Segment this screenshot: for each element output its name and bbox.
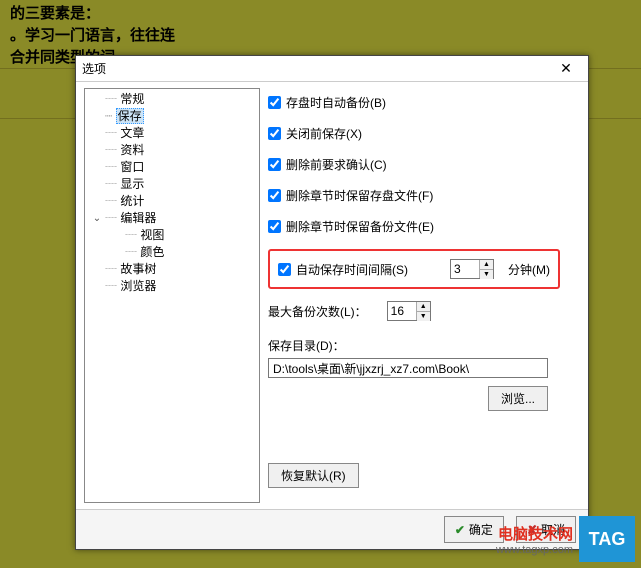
label-keep-backup-file: 删除章节时保留备份文件(E) [286, 218, 434, 235]
row-auto-backup: 存盘时自动备份(B) [268, 94, 580, 111]
check-icon: ✔ [455, 523, 465, 537]
tree-item-storytree[interactable]: ┈ 故事树 [89, 261, 257, 278]
tree-item-browser[interactable]: ┈ 浏览器 [89, 278, 257, 295]
autosave-highlight: 自动保存时间间隔(S) ▲ ▼ 分钟(M) [268, 249, 560, 289]
label-minutes: 分钟(M) [508, 261, 550, 278]
autosave-interval-input[interactable] [451, 260, 479, 278]
ok-label: 确定 [469, 521, 493, 538]
tree-item-general[interactable]: ┈ 常规 [89, 91, 257, 108]
save-dir-input[interactable] [268, 358, 548, 378]
watermark-url: www.tagxp.com [496, 544, 573, 556]
tree-item-material[interactable]: ┈ 资料 [89, 142, 257, 159]
tree-item-editor[interactable]: ⌄┈ 编辑器 [89, 210, 257, 227]
watermark-brand: 电脑技术网 [496, 523, 573, 544]
chevron-down-icon[interactable]: ⌄ [91, 210, 103, 227]
row-confirm-delete: 删除前要求确认(C) [268, 156, 580, 173]
save-panel: 存盘时自动备份(B) 关闭前保存(X) 删除前要求确认(C) 删除章节时保留存盘… [268, 88, 580, 503]
dialog-content: ┈ 常规 ┈ 保存 ┈ 文章 ┈ 资料 ┈ 窗口 ┈ 显示 ┈ 统计 ⌄┈ 编辑… [76, 82, 588, 509]
label-autosave-interval: 自动保存时间间隔(S) [296, 261, 408, 278]
browse-button[interactable]: 浏览... [488, 386, 548, 411]
watermark: 电脑技术网 www.tagxp.com TAG [496, 516, 635, 562]
titlebar: 选项 ✕ [76, 56, 588, 82]
row-save-on-close: 关闭前保存(X) [268, 125, 580, 142]
tree-item-color[interactable]: ┈ 颜色 [89, 244, 257, 261]
label-keep-save-file: 删除章节时保留存盘文件(F) [286, 187, 433, 204]
checkbox-keep-save-file[interactable] [268, 189, 281, 202]
max-backups-spinner[interactable]: ▲ ▼ [387, 301, 431, 321]
checkbox-autosave-interval[interactable] [278, 263, 291, 276]
row-keep-backup-file: 删除章节时保留备份文件(E) [268, 218, 580, 235]
bg-text-1: 的三要素是： [10, 2, 100, 23]
label-confirm-delete: 删除前要求确认(C) [286, 156, 387, 173]
label-max-backups: 最大备份次数(L)： [268, 303, 367, 320]
label-auto-backup: 存盘时自动备份(B) [286, 94, 386, 111]
row-max-backups: 最大备份次数(L)： ▲ ▼ [268, 301, 580, 321]
tree-item-save[interactable]: ┈ 保存 [89, 108, 257, 125]
max-backups-input[interactable] [388, 302, 416, 320]
checkbox-keep-backup-file[interactable] [268, 220, 281, 233]
tree-item-article[interactable]: ┈ 文章 [89, 125, 257, 142]
tree-item-view[interactable]: ┈ 视图 [89, 227, 257, 244]
spinner-down-icon[interactable]: ▼ [480, 270, 493, 279]
tree-item-window[interactable]: ┈ 窗口 [89, 159, 257, 176]
spinner-down-icon[interactable]: ▼ [417, 312, 430, 321]
label-save-on-close: 关闭前保存(X) [286, 125, 362, 142]
row-save-dir-label: 保存目录(D)： [268, 337, 580, 354]
restore-defaults-button[interactable]: 恢复默认(R) [268, 463, 359, 488]
options-dialog: 选项 ✕ ┈ 常规 ┈ 保存 ┈ 文章 ┈ 资料 ┈ 窗口 ┈ 显示 ┈ 统计 … [75, 55, 589, 550]
label-save-dir: 保存目录(D)： [268, 339, 345, 353]
dialog-title: 选项 [82, 60, 106, 77]
close-button[interactable]: ✕ [548, 58, 584, 80]
category-tree: ┈ 常规 ┈ 保存 ┈ 文章 ┈ 资料 ┈ 窗口 ┈ 显示 ┈ 统计 ⌄┈ 编辑… [84, 88, 260, 503]
checkbox-save-on-close[interactable] [268, 127, 281, 140]
bg-text-2: 。学习一门语言，往往连 [10, 24, 175, 45]
tree-item-stats[interactable]: ┈ 统计 [89, 193, 257, 210]
watermark-tag: TAG [579, 516, 635, 562]
checkbox-confirm-delete[interactable] [268, 158, 281, 171]
tree-item-display[interactable]: ┈ 显示 [89, 176, 257, 193]
autosave-interval-spinner[interactable]: ▲ ▼ [450, 259, 494, 279]
row-keep-save-file: 删除章节时保留存盘文件(F) [268, 187, 580, 204]
checkbox-auto-backup[interactable] [268, 96, 281, 109]
spinner-up-icon[interactable]: ▲ [480, 260, 493, 270]
spinner-up-icon[interactable]: ▲ [417, 302, 430, 312]
ok-button[interactable]: ✔ 确定 [444, 516, 504, 543]
